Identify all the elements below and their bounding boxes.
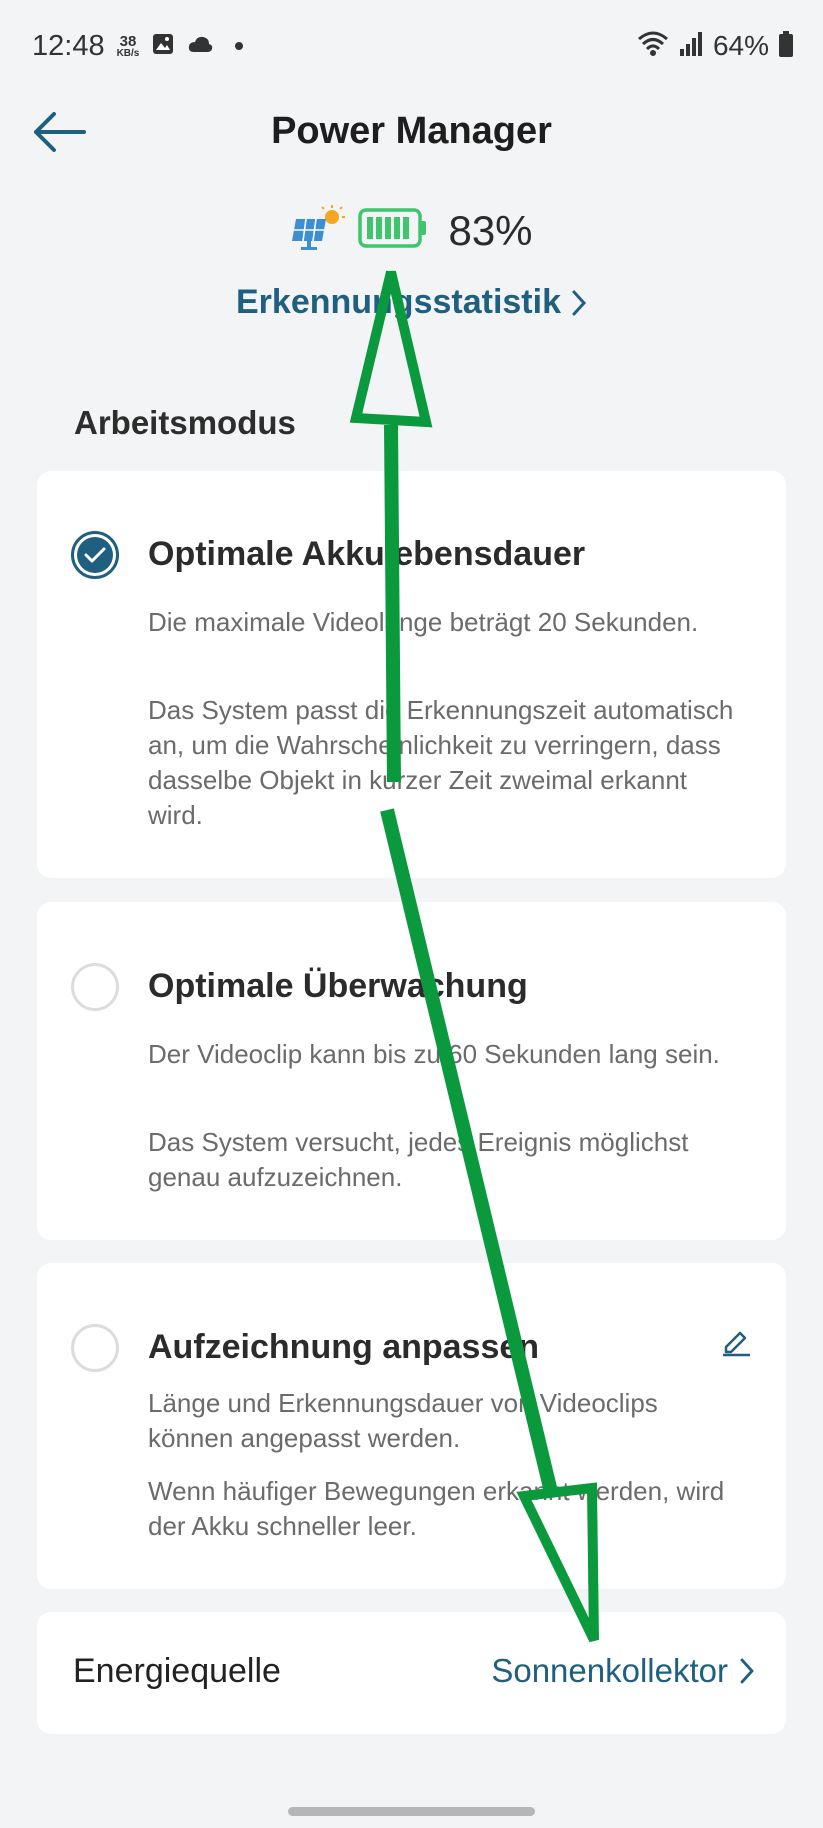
energy-source-row[interactable]: Energiequelle Sonnenkollektor xyxy=(37,1612,786,1734)
gallery-icon xyxy=(151,32,175,61)
solar-panel-icon xyxy=(290,205,346,256)
mode-card-monitoring[interactable]: Optimale Überwachung Der Videoclip kann … xyxy=(37,902,786,1240)
network-speed-value: 38 xyxy=(119,32,137,50)
mode-title: Aufzeichnung anpassen xyxy=(148,1328,540,1366)
wifi-icon xyxy=(637,31,669,62)
mode-card-custom-recording[interactable]: Aufzeichnung anpassen Länge und Erkennun… xyxy=(37,1263,786,1589)
home-indicator[interactable] xyxy=(288,1807,535,1816)
status-time: 12:48 xyxy=(32,29,105,62)
signal-icon xyxy=(679,31,703,62)
status-bar: 12:48 38 KB/s 64% xyxy=(0,0,823,92)
battery-level-text: 83% xyxy=(448,206,533,254)
radio-battery-life[interactable] xyxy=(71,531,119,579)
mode-detail: Das System passt die Erkennungszeit auto… xyxy=(148,695,734,830)
status-bar-left: 12:48 38 KB/s xyxy=(32,29,244,63)
energy-source-value-text: Sonnenkollektor xyxy=(491,1652,728,1689)
mode-title: Optimale Akkulebensdauer xyxy=(148,535,586,573)
radio-checked-indicator xyxy=(77,537,113,573)
chevron-right-icon xyxy=(572,290,587,315)
status-battery-percent: 64% xyxy=(712,30,769,61)
page-title: Power Manager xyxy=(271,110,552,152)
network-speed-unit: KB/s xyxy=(116,47,140,59)
battery-icon xyxy=(779,30,793,62)
mode-detail: Das System versucht, jedes Ereignis mögl… xyxy=(148,1127,689,1192)
mode-description: Die maximale Videolänge beträgt 20 Sekun… xyxy=(148,607,699,637)
edit-button[interactable] xyxy=(716,1321,756,1361)
mode-description: Länge und Erkennungsdauer von Videoclips… xyxy=(148,1388,658,1453)
mode-detail: Wenn häufiger Bewegungen erkannt werden,… xyxy=(148,1476,725,1541)
cloud-icon xyxy=(187,34,213,59)
power-status: 83% xyxy=(0,205,823,256)
edit-pencil-icon xyxy=(723,1331,750,1357)
radio-custom-recording[interactable] xyxy=(71,1324,119,1372)
radio-monitoring[interactable] xyxy=(71,963,119,1011)
battery-level-icon xyxy=(358,208,428,253)
mode-description: Der Videoclip kann bis zu 60 Sekunden la… xyxy=(148,1039,720,1069)
network-speed: 38 KB/s xyxy=(117,34,140,59)
mode-card-battery-life[interactable]: Optimale Akkulebensdauer Die maximale Vi… xyxy=(37,471,786,878)
energy-source-value[interactable]: Sonnenkollektor xyxy=(491,1652,754,1690)
chevron-right-icon xyxy=(740,1658,754,1684)
app-header: Power Manager xyxy=(0,92,823,172)
mode-title: Optimale Überwachung xyxy=(148,967,528,1005)
energy-source-label: Energiequelle xyxy=(73,1652,281,1690)
section-title-work-mode: Arbeitsmodus xyxy=(74,404,296,441)
status-bar-right: 64% xyxy=(637,30,793,62)
detection-stats-label: Erkennungsstatistik xyxy=(236,283,561,321)
notification-dot xyxy=(235,42,244,50)
checkmark-icon xyxy=(84,547,106,563)
detection-stats-link[interactable]: Erkennungsstatistik xyxy=(0,283,823,322)
